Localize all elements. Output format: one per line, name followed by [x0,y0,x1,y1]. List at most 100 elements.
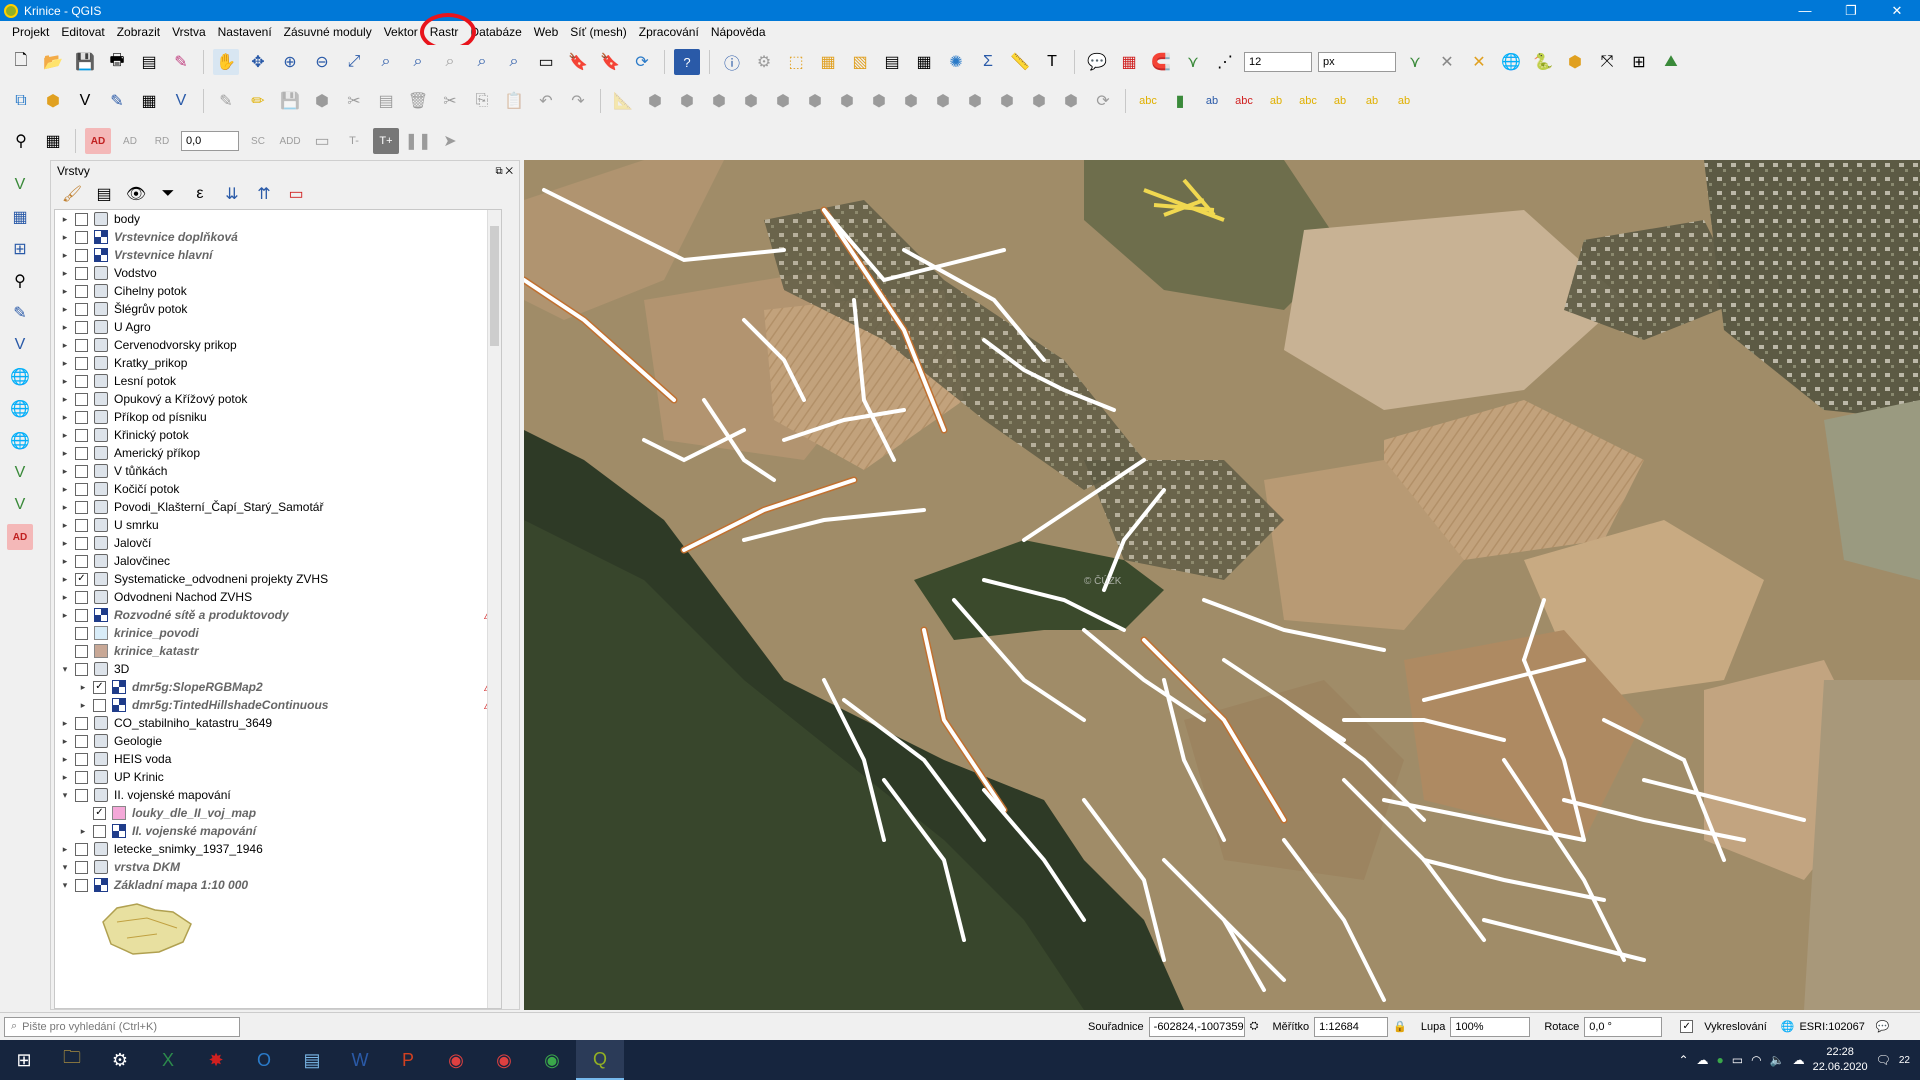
expand-arrow-icon[interactable]: ▸ [59,394,71,405]
file-explorer-icon[interactable]: 🗀 [48,1040,96,1080]
expand-arrow-icon[interactable]: ▾ [59,790,71,801]
add-mesh-layer-icon[interactable]: ⊞ [7,236,33,262]
layer-visibility-checkbox[interactable] [75,842,88,856]
menu-napoveda[interactable]: Nápověda [705,21,772,43]
menu-projekt[interactable]: Projekt [6,21,55,43]
merge-attributes-icon[interactable]: ⬢ [1058,88,1084,114]
expand-arrow-icon[interactable]: ▸ [59,340,71,351]
notes-app-icon[interactable]: ▤ [288,1040,336,1080]
layer-visibility-checkbox[interactable] [75,302,88,316]
scale-input[interactable]: 1:12684 [1314,1016,1389,1037]
layer-visibility-checkbox[interactable] [75,410,88,424]
sc-tool-icon[interactable]: SC [245,128,271,154]
layer-row[interactable]: ▸ Vodstvo [55,264,501,282]
plugin-5-icon[interactable]: ⛰ [1658,49,1684,75]
temporary-layer-icon[interactable]: ▦ [136,88,162,114]
pan-hand-icon[interactable]: ✋ [213,49,239,75]
add-xyz-layer-icon[interactable]: V [7,460,33,486]
show-bookmarks-icon[interactable]: 🔖 [597,49,623,75]
modify-attributes-icon[interactable]: ▤ [373,88,399,114]
pan-to-selection-icon[interactable]: ✥ [245,49,271,75]
layer-visibility-checkbox[interactable] [75,608,88,622]
send-tool-icon[interactable]: ➤ [437,128,463,154]
expand-arrow-icon[interactable]: ▸ [59,556,71,567]
expand-arrow-icon[interactable]: ▸ [59,538,71,549]
text-annotation-icon[interactable]: T [1039,49,1065,75]
magnifier-input[interactable]: 100% [1450,1016,1531,1037]
layer-row[interactable]: ▸ Vrstevnice hlavní [55,246,501,264]
blank-tool-icon[interactable]: ▭ [309,128,335,154]
identify-icon[interactable]: ⓘ [719,49,745,75]
ad-side-button[interactable]: AD [7,524,33,550]
save-project-icon[interactable]: 💾 [72,49,98,75]
rotation-input[interactable]: 0,0 [181,131,239,151]
layer-visibility-checkbox[interactable] [75,464,88,478]
advanced-digitizing-icon[interactable]: 📐 [610,88,636,114]
split-features-icon[interactable]: ⬢ [962,88,988,114]
add-virtual-layer-icon[interactable]: V [168,88,194,114]
chrome-icon[interactable]: ◉ [432,1040,480,1080]
layer-visibility-checkbox[interactable] [75,266,88,280]
plugin-3-icon[interactable]: ⤧ [1594,49,1620,75]
menu-web[interactable]: Web [528,21,564,43]
expand-arrow-icon[interactable]: ▸ [59,610,71,621]
expand-arrow-icon[interactable]: ▸ [77,826,89,837]
layer-visibility-checkbox[interactable] [75,860,88,874]
expand-all-icon[interactable]: ⇊ [219,181,245,207]
crs-label[interactable]: ESRI:102067 [1799,1021,1864,1033]
ad-plugin-button[interactable]: AD [85,128,111,154]
bars-tool-icon[interactable]: ❚❚ [405,128,432,154]
layer-row[interactable]: ▸ Kočičí potok [55,480,501,498]
add-wfs-layer-icon[interactable]: 🌐 [7,396,33,422]
intersection-icon[interactable]: ✕ [1434,49,1460,75]
save-edits-icon[interactable]: 💾 [277,88,303,114]
expand-arrow-icon[interactable]: ▸ [59,430,71,441]
layer-visibility-checkbox[interactable] [75,230,88,244]
new-project-icon[interactable]: 🗋 [8,49,34,75]
add-arcgis-layer-icon[interactable]: V [7,492,33,518]
deselect-icon[interactable]: ▧ [847,49,873,75]
security-icon[interactable]: ● [1717,1053,1724,1067]
move-label-icon[interactable]: ab [1263,88,1289,114]
render-checkbox[interactable]: ✓ [1680,1020,1694,1033]
delete-selected-icon[interactable]: 🗑 [405,88,431,114]
layer-visibility-checkbox[interactable] [75,662,88,676]
layer-row[interactable]: ▾ 3D [55,660,501,678]
menu-zobrazit[interactable]: Zobrazit [111,21,166,43]
layer-visibility-checkbox[interactable] [75,554,88,568]
expand-arrow-icon[interactable]: ▸ [59,232,71,243]
delete-ring-icon[interactable]: ⬢ [834,88,860,114]
layer-row[interactable]: ▸✓dmr5g:SlopeRGBMap2⚠ [55,678,501,696]
layer-row[interactable]: ▾ II. vojenské mapování [55,786,501,804]
expand-arrow-icon[interactable]: ▸ [59,772,71,783]
locator-search-input[interactable]: ⌕ Pište pro vyhledání (Ctrl+K) [4,1016,240,1037]
expand-arrow-icon[interactable]: ▸ [59,250,71,261]
attribute-table-icon[interactable]: ▤ [879,49,905,75]
help-icon[interactable]: ? [674,49,700,75]
layer-visibility-checkbox[interactable]: ✓ [93,806,106,820]
filter-legend-icon[interactable]: ⏷ [155,181,181,207]
georeferencer-icon[interactable]: ▦ [40,128,66,154]
layer-visibility-checkbox[interactable] [75,878,88,892]
scrollbar-thumb[interactable] [490,226,499,346]
cut-icon[interactable]: ✂ [437,88,463,114]
add-wms-layer-icon[interactable]: 🌐 [7,364,33,390]
snapping-tolerance-input[interactable]: 12 [1244,52,1312,72]
menu-zasuvne-moduly[interactable]: Zásuvné moduly [278,21,378,43]
snap-options-icon[interactable]: ⋰ [1212,49,1238,75]
action-icon[interactable]: ⚙ [751,49,777,75]
layer-row[interactable]: ▸ U smrku [55,516,501,534]
expand-arrow-icon[interactable]: ▸ [59,268,71,279]
layer-row[interactable]: ▸ Odvodneni Nachod ZVHS [55,588,501,606]
python-console-icon[interactable]: 🐍 [1530,49,1556,75]
messages-icon[interactable]: 💬 [1876,1020,1890,1033]
expand-arrow-icon[interactable]: ▸ [59,322,71,333]
zoom-out-icon[interactable]: ⊖ [309,49,335,75]
layer-row[interactable]: ▸dmr5g:TintedHillshadeContinuous⚠ [55,696,501,714]
layer-visibility-checkbox[interactable] [75,734,88,748]
add-virtual-layer-2-icon[interactable]: V [7,332,33,358]
merge-features-icon[interactable]: ⬢ [1026,88,1052,114]
zoom-next-icon[interactable]: ⌕ [501,49,527,75]
system-clock[interactable]: 22:28 22.06.2020 [1813,1045,1868,1075]
layer-visibility-checkbox[interactable] [75,716,88,730]
